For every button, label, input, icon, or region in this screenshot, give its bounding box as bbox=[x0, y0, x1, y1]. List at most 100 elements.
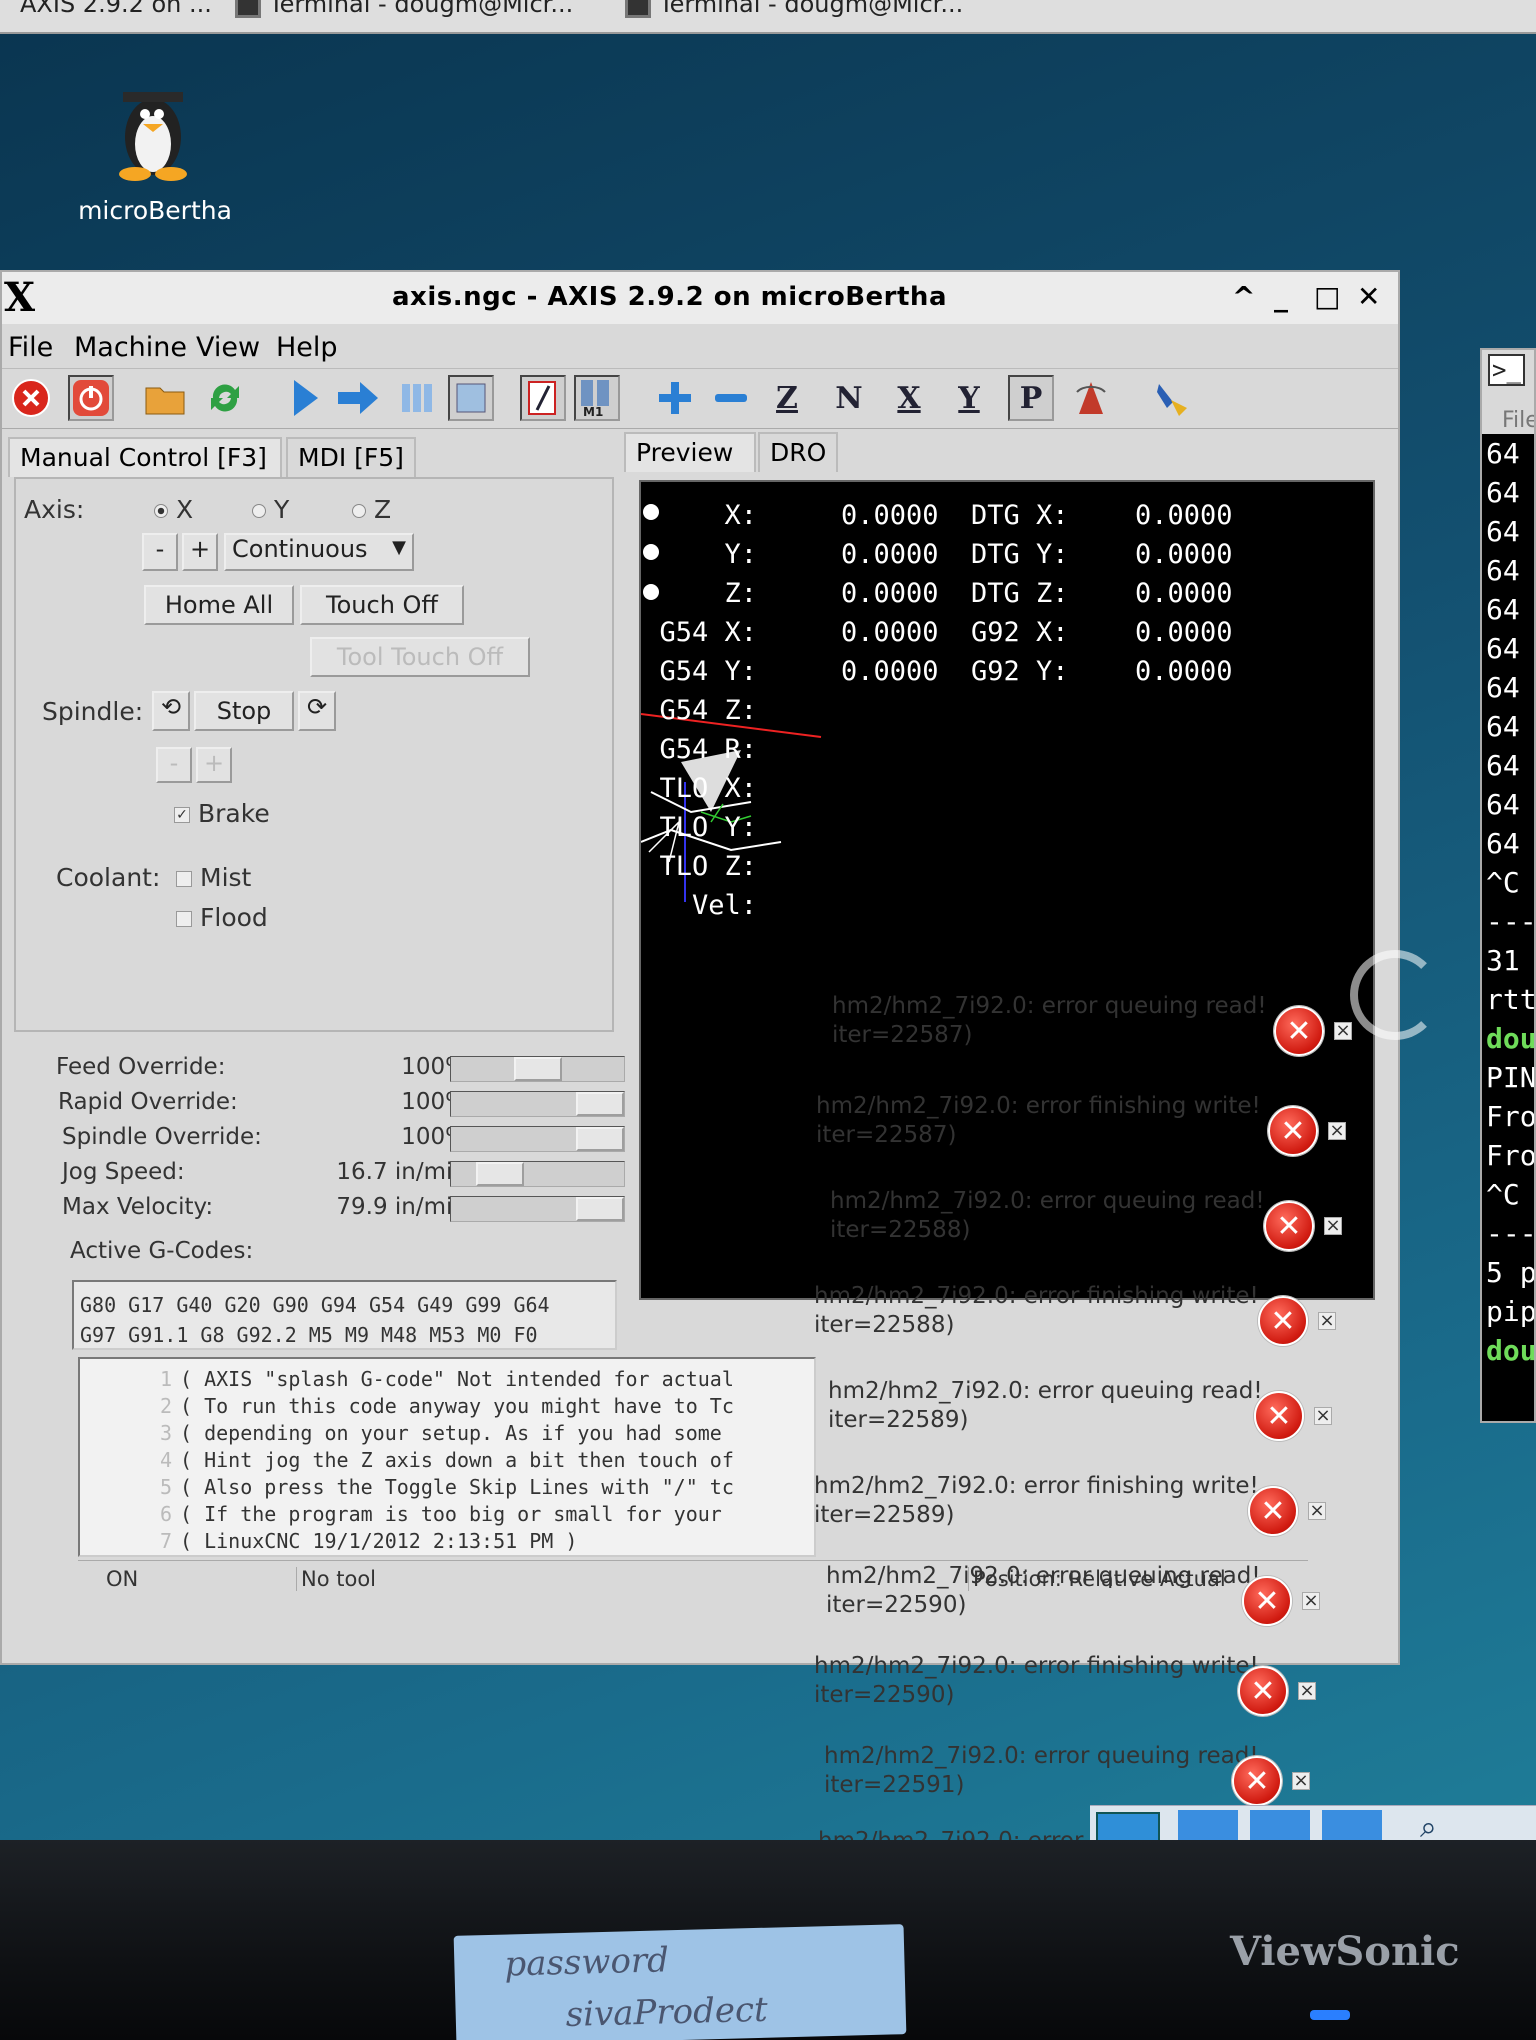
active-gcodes-line-1: G80 G17 G40 G20 G90 G94 G54 G49 G99 G64 bbox=[80, 1293, 550, 1317]
notification-close-button[interactable]: × bbox=[1314, 1407, 1332, 1425]
taskbar-item-terminal-2[interactable]: Terminal - dougm@Micr... bbox=[615, 0, 1000, 30]
notification-close-button[interactable]: × bbox=[1334, 1022, 1352, 1040]
touch-off-button[interactable]: Touch Off bbox=[300, 585, 464, 625]
notification-close-button[interactable]: × bbox=[1298, 1682, 1316, 1700]
sticky-note-line-1: password bbox=[503, 1940, 670, 1985]
dro-value: 0.0000 bbox=[841, 500, 939, 531]
menu-help[interactable]: Help bbox=[276, 332, 338, 363]
tab-dro[interactable]: DRO bbox=[758, 432, 838, 472]
gcode-line[interactable]: 3 ( depending on your setup. As if you ha… bbox=[80, 1420, 814, 1447]
minimize-button[interactable]: _ bbox=[1274, 280, 1288, 313]
gcode-line[interactable]: 4 ( Hint jog the Z axis down a bit then t… bbox=[80, 1447, 814, 1474]
estop-icon[interactable] bbox=[8, 375, 54, 421]
flood-checkbox[interactable]: Flood bbox=[176, 903, 268, 932]
error-notification[interactable]: hm2/hm2_7i92.0: error finishing write! it… bbox=[814, 1472, 1344, 1560]
terminal-line: 64 by bbox=[1486, 710, 1534, 743]
override-slider[interactable] bbox=[450, 1196, 625, 1222]
override-slider[interactable] bbox=[450, 1126, 625, 1152]
zoom-in-icon[interactable] bbox=[652, 375, 698, 421]
notification-close-button[interactable]: × bbox=[1318, 1312, 1336, 1330]
terminal-line: ^C bbox=[1486, 866, 1520, 899]
jog-plus-button[interactable]: + bbox=[182, 533, 218, 571]
view-p-icon[interactable]: P bbox=[1008, 375, 1054, 421]
slider-handle[interactable] bbox=[514, 1057, 562, 1081]
notification-close-button[interactable]: × bbox=[1308, 1502, 1326, 1520]
open-file-icon[interactable] bbox=[142, 375, 188, 421]
view-y-icon[interactable]: Y bbox=[946, 375, 992, 421]
error-notification[interactable]: hm2/hm2_7i92.0: error finishing write! it… bbox=[814, 1092, 1346, 1180]
debian-logo-icon bbox=[1350, 950, 1440, 1040]
spindle-stop-button[interactable]: Stop bbox=[194, 691, 294, 731]
menu-machine[interactable]: Machine bbox=[74, 332, 187, 363]
override-slider[interactable] bbox=[450, 1161, 625, 1187]
error-notification[interactable]: hm2/hm2_7i92.0: error queuing read! iter=… bbox=[814, 1187, 1344, 1275]
mist-checkbox[interactable]: Mist bbox=[176, 863, 251, 892]
slider-handle[interactable] bbox=[476, 1162, 524, 1186]
error-notification[interactable]: hm2/hm2_7i92.0: error finishing write! it… bbox=[814, 1282, 1344, 1370]
jog-minus-button[interactable]: - bbox=[142, 533, 178, 571]
slider-handle[interactable] bbox=[576, 1127, 624, 1151]
close-button[interactable]: ✕ bbox=[1357, 280, 1380, 313]
tab-mdi[interactable]: MDI [F5] bbox=[286, 437, 416, 477]
axis-radio-z[interactable]: Z bbox=[352, 495, 391, 524]
gcode-text-view[interactable]: 1 ( AXIS "splash G-code" Not intended for… bbox=[78, 1357, 816, 1557]
notification-close-button[interactable]: × bbox=[1292, 1772, 1310, 1790]
notification-close-button[interactable]: × bbox=[1302, 1592, 1320, 1610]
window-titlebar[interactable]: X axis.ngc - AXIS 2.9.2 on microBertha ^… bbox=[2, 272, 1398, 324]
error-notification[interactable]: hm2/hm2_7i92.0: error queuing read! iter=… bbox=[814, 992, 1352, 1080]
view-z-icon[interactable]: Z bbox=[764, 375, 810, 421]
tux-penguin-icon[interactable] bbox=[95, 82, 225, 182]
skip-lines-icon[interactable] bbox=[520, 375, 566, 421]
gcode-line[interactable]: 8#<depth>=2.0 bbox=[80, 1555, 814, 1557]
jog-mode-select[interactable]: Continuous ▼ bbox=[224, 533, 414, 571]
optional-stop-icon[interactable]: M1 bbox=[574, 375, 620, 421]
override-slider[interactable] bbox=[450, 1056, 625, 1082]
gcode-line[interactable]: 1 ( AXIS "splash G-code" Not intended for… bbox=[80, 1366, 814, 1393]
view-z2-icon[interactable]: N bbox=[826, 375, 872, 421]
override-slider[interactable] bbox=[450, 1091, 625, 1117]
gcode-line[interactable]: 7 ( LinuxCNC 19/1/2012 2:13:51 PM ) bbox=[80, 1528, 814, 1555]
spindle-forward-icon[interactable]: ⟳ bbox=[298, 691, 336, 731]
tab-preview[interactable]: Preview bbox=[624, 432, 756, 472]
power-led-icon bbox=[1310, 2010, 1350, 2020]
axis-radio-y[interactable]: Y bbox=[252, 495, 289, 524]
slider-handle[interactable] bbox=[576, 1092, 624, 1116]
active-gcodes-box: G80 G17 G40 G20 G90 G94 G54 G49 G99 G64 … bbox=[72, 1280, 617, 1350]
error-notification[interactable]: hm2/hm2_7i92.0: error queuing read! iter=… bbox=[814, 1377, 1344, 1465]
reload-icon[interactable] bbox=[202, 375, 248, 421]
spindle-reverse-icon[interactable]: ⟲ bbox=[152, 691, 190, 731]
window-up-button[interactable]: ^ bbox=[1232, 280, 1255, 313]
gcode-line[interactable]: 6 ( If the program is too big or small fo… bbox=[80, 1501, 814, 1528]
clear-live-plot-icon[interactable] bbox=[1150, 375, 1196, 421]
axis-radio-x[interactable]: X bbox=[154, 495, 193, 524]
gcode-line[interactable]: 2 ( To run this code anyway you might hav… bbox=[80, 1393, 814, 1420]
run-icon[interactable] bbox=[282, 375, 328, 421]
spindle-faster-button[interactable]: + bbox=[196, 747, 232, 783]
terminal-menu-file[interactable]: File bbox=[1482, 408, 1534, 434]
notification-close-button[interactable]: × bbox=[1328, 1122, 1346, 1140]
view-x-icon[interactable]: X bbox=[886, 375, 932, 421]
power-icon[interactable] bbox=[68, 375, 114, 421]
notification-close-button[interactable]: × bbox=[1324, 1217, 1342, 1235]
taskbar-item-terminal-1[interactable]: Terminal - dougm@Micr... bbox=[225, 0, 610, 30]
brake-checkbox[interactable]: ✓ Brake bbox=[174, 799, 270, 828]
rotate-view-icon[interactable] bbox=[1068, 375, 1114, 421]
tool-touch-off-button[interactable]: Tool Touch Off bbox=[310, 637, 530, 677]
slider-handle[interactable] bbox=[576, 1197, 624, 1221]
maximize-button[interactable]: □ bbox=[1314, 280, 1340, 313]
taskbar-item-axis[interactable]: AXIS 2.9.2 on ... bbox=[10, 0, 215, 30]
stop-icon[interactable] bbox=[448, 375, 494, 421]
error-notification[interactable]: hm2/hm2_7i92.0: error queuing read! iter=… bbox=[814, 1562, 1344, 1650]
menu-file[interactable]: File bbox=[8, 332, 53, 363]
terminal-line: From 19 bbox=[1486, 1100, 1536, 1133]
error-notification[interactable]: hm2/hm2_7i92.0: error finishing write! it… bbox=[814, 1652, 1344, 1740]
tab-manual-control[interactable]: Manual Control [F3] bbox=[8, 437, 282, 477]
pause-icon[interactable] bbox=[394, 375, 440, 421]
gcode-line[interactable]: 5 ( Also press the Toggle Skip Lines with… bbox=[80, 1474, 814, 1501]
home-all-button[interactable]: Home All bbox=[144, 585, 294, 625]
spindle-slower-button[interactable]: - bbox=[156, 747, 192, 783]
menu-view[interactable]: View bbox=[196, 332, 260, 363]
step-icon[interactable] bbox=[335, 375, 381, 421]
zoom-out-icon[interactable] bbox=[708, 375, 754, 421]
terminal-window[interactable]: >_ File 64 64 64 I 64 b 64 b 64 b 64 b 64 by 64 … bbox=[1480, 348, 1536, 1423]
